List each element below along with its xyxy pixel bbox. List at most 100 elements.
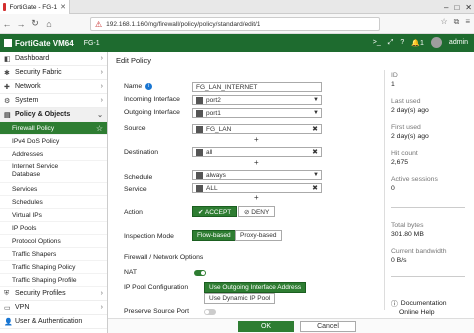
accept-button[interactable]: ✔ ACCEPT bbox=[192, 206, 238, 217]
remove-icon[interactable]: ✖ bbox=[312, 148, 318, 156]
name-field[interactable]: FG_LAN_INTERNET bbox=[192, 82, 322, 92]
maximize-icon[interactable]: □ bbox=[454, 3, 459, 12]
sidebar-item-user-authentication[interactable]: 👤 User & Authentication bbox=[0, 315, 107, 329]
outgoing-interface-select[interactable]: port1 ▼ bbox=[192, 108, 322, 118]
documentation-link[interactable]: ⓘ Documentation bbox=[391, 298, 447, 309]
schedule-value: always bbox=[206, 171, 226, 179]
address-bar: ← → ↻ ⌂ ⚠ 192.168.1.160/ng/firewall/poli… bbox=[0, 14, 474, 34]
destination-label: Destination bbox=[124, 149, 159, 156]
add-source-icon[interactable]: + bbox=[254, 135, 259, 144]
form-footer: OK Cancel bbox=[108, 318, 474, 333]
sidebar-subitem-traffic-shapers[interactable]: Traffic Shapers bbox=[0, 248, 107, 261]
window-close-icon[interactable]: ✕ bbox=[465, 3, 472, 12]
sidebar-subitem-traffic-shaping-policy[interactable]: Traffic Shaping Policy bbox=[0, 261, 107, 274]
page-title: Edit Policy bbox=[116, 56, 152, 65]
extensions-icon[interactable]: ⧉ bbox=[454, 17, 460, 27]
flow-based-button[interactable]: Flow-based bbox=[192, 230, 236, 241]
bookmark-icon[interactable]: ☆ bbox=[440, 17, 447, 27]
cli-icon[interactable]: >_ bbox=[373, 39, 381, 46]
total-bytes-value: 301.80 MB bbox=[391, 231, 424, 238]
sidebar-subitem-label: Traffic Shaping Policy bbox=[12, 263, 76, 271]
info-icon[interactable]: i bbox=[145, 83, 153, 90]
sidebar-subitem-ipv4-dos-policy[interactable]: IPv4 DoS Policy bbox=[0, 135, 107, 148]
sidebar-subitem-virtual-ips[interactable]: Virtual IPs bbox=[0, 209, 107, 222]
shield-icon: ⛨ bbox=[4, 289, 10, 297]
notification-bell-icon[interactable]: 🔔1 bbox=[411, 39, 424, 47]
sidebar-subitem-label: Schedules bbox=[12, 198, 43, 206]
sidebar-subitem-protocol-options[interactable]: Protocol Options bbox=[0, 235, 107, 248]
not-secure-icon[interactable]: ⚠ bbox=[95, 20, 102, 29]
use-dynamic-ip-pool-button[interactable]: Use Dynamic IP Pool bbox=[204, 293, 276, 304]
sessions-sparkline bbox=[391, 198, 465, 208]
forward-icon[interactable]: → bbox=[14, 19, 28, 29]
remove-icon[interactable]: ✖ bbox=[312, 125, 318, 133]
destination-field[interactable]: all ✖ bbox=[192, 147, 322, 157]
menu-icon[interactable]: ≡ bbox=[465, 17, 470, 27]
sidebar-subitem-services[interactable]: Services bbox=[0, 183, 107, 196]
sidebar-item-label: Security Profiles bbox=[15, 290, 66, 297]
fortigate-logo: FortiGate VM64 bbox=[4, 39, 74, 48]
source-field[interactable]: FG_LAN ✖ bbox=[192, 124, 322, 134]
sidebar-subitem-addresses[interactable]: Addresses bbox=[0, 148, 107, 161]
cancel-button[interactable]: Cancel bbox=[300, 321, 356, 332]
incoming-label: Incoming Interface bbox=[124, 96, 180, 103]
sidebar-item-network[interactable]: ✚ Network › bbox=[0, 80, 107, 94]
chevron-right-icon: › bbox=[100, 290, 103, 297]
fullscreen-icon[interactable]: ⤢ bbox=[388, 39, 394, 47]
source-label: Source bbox=[124, 125, 146, 132]
bandwidth-value: 0 B/s bbox=[391, 257, 407, 264]
add-service-icon[interactable]: + bbox=[254, 193, 259, 202]
incoming-row: Incoming Interface bbox=[124, 96, 180, 103]
incoming-value: port2 bbox=[206, 96, 221, 104]
help-icon[interactable]: ? bbox=[400, 39, 404, 46]
first-used-value: 2 day(s) ago bbox=[391, 133, 429, 140]
sidebar-subitem-firewall-policy[interactable]: Firewall Policy ☆ bbox=[0, 122, 107, 135]
fortinet-logo-icon bbox=[4, 39, 12, 47]
inspection-label: Inspection Mode bbox=[124, 233, 174, 240]
chevron-right-icon: › bbox=[100, 55, 103, 62]
sidebar-item-system[interactable]: ⚙ System › bbox=[0, 94, 107, 108]
service-field[interactable]: ALL ✖ bbox=[192, 183, 322, 193]
bandwidth-label: Current bandwidth bbox=[391, 248, 447, 255]
sidebar-item-vpn[interactable]: ▭ VPN › bbox=[0, 301, 107, 315]
source-row: Source bbox=[124, 125, 146, 132]
nat-toggle[interactable] bbox=[194, 270, 206, 276]
sidebar-item-dashboard[interactable]: ◧ Dashboard › bbox=[0, 52, 107, 66]
close-icon[interactable]: ✕ bbox=[60, 3, 66, 11]
sidebar-subitem-internet-service-database[interactable]: Internet Service Database bbox=[0, 161, 107, 183]
preserve-source-port-toggle[interactable] bbox=[204, 309, 216, 315]
sidebar-subitem-ip-pools[interactable]: IP Pools bbox=[0, 222, 107, 235]
incoming-interface-select[interactable]: port2 ▼ bbox=[192, 95, 322, 105]
url-input[interactable]: ⚠ 192.168.1.160/ng/firewall/policy/polic… bbox=[90, 17, 380, 31]
sidebar-subitem-traffic-shaping-profile[interactable]: Traffic Shaping Profile bbox=[0, 274, 107, 287]
vpn-icon: ▭ bbox=[4, 304, 11, 312]
proxy-based-button[interactable]: Proxy-based bbox=[235, 230, 282, 241]
remove-icon[interactable]: ✖ bbox=[312, 184, 318, 192]
sidebar-item-label: User & Authentication bbox=[15, 318, 83, 325]
schedule-select[interactable]: always ▼ bbox=[192, 170, 322, 180]
use-outgoing-interface-button[interactable]: Use Outgoing Interface Address bbox=[204, 282, 307, 293]
sidebar-subitem-label: Traffic Shaping Profile bbox=[12, 276, 77, 284]
section-heading: Firewall / Network Options bbox=[124, 254, 204, 261]
minimize-icon[interactable]: – bbox=[444, 3, 448, 12]
home-icon[interactable]: ⌂ bbox=[42, 19, 56, 29]
sidebar-subitem-label: Traffic Shapers bbox=[12, 250, 57, 258]
dashboard-icon: ◧ bbox=[4, 55, 11, 63]
sidebar-item-security-profiles[interactable]: ⛨ Security Profiles › bbox=[0, 287, 107, 301]
back-icon[interactable]: ← bbox=[0, 19, 14, 29]
add-destination-icon[interactable]: + bbox=[254, 158, 259, 167]
favorite-star-icon[interactable]: ☆ bbox=[96, 124, 103, 133]
sidebar-item-security-fabric[interactable]: ✱ Security Fabric › bbox=[0, 66, 107, 80]
browser-tab[interactable]: FortiGate - FG-1 ✕ bbox=[0, 0, 70, 14]
sidebar-subitem-label: IPv4 DoS Policy bbox=[12, 137, 60, 145]
avatar[interactable] bbox=[430, 37, 442, 48]
online-help-link[interactable]: Online Help bbox=[399, 309, 435, 316]
user-menu[interactable]: admin bbox=[449, 39, 468, 46]
deny-button[interactable]: ⊘ DENY bbox=[238, 206, 276, 217]
reload-icon[interactable]: ↻ bbox=[28, 18, 42, 29]
sidebar-item-label: Security Fabric bbox=[15, 69, 62, 76]
ok-button[interactable]: OK bbox=[238, 321, 294, 332]
sidebar-subitem-schedules[interactable]: Schedules bbox=[0, 196, 107, 209]
chevron-down-icon: ▼ bbox=[313, 172, 319, 178]
sidebar-item-policy-objects[interactable]: ▤ Policy & Objects ⌄ bbox=[0, 108, 107, 122]
